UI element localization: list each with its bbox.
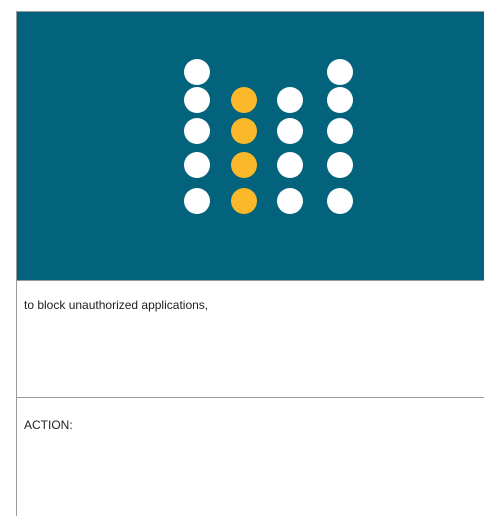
highlight-dot xyxy=(231,152,257,178)
highlight-dot xyxy=(231,87,257,113)
dot xyxy=(327,188,353,214)
dot xyxy=(184,118,210,144)
dot xyxy=(277,118,303,144)
dot xyxy=(184,87,210,113)
highlight-dot xyxy=(231,188,257,214)
dot xyxy=(327,87,353,113)
description-section: to block unauthorized applications, xyxy=(17,280,484,397)
dot xyxy=(327,59,353,85)
dot xyxy=(277,87,303,113)
dot xyxy=(277,152,303,178)
dot-grid-icon xyxy=(17,12,484,280)
dot xyxy=(184,188,210,214)
dot xyxy=(184,152,210,178)
dot xyxy=(327,118,353,144)
action-label: ACTION: xyxy=(24,418,73,432)
action-section: ACTION: xyxy=(17,397,484,517)
card: to block unauthorized applications, ACTI… xyxy=(16,11,484,516)
highlight-dot xyxy=(231,118,257,144)
description-text: to block unauthorized applications, xyxy=(24,298,209,312)
dot xyxy=(184,59,210,85)
dot xyxy=(327,152,353,178)
banner-illustration xyxy=(17,12,484,280)
dot xyxy=(277,188,303,214)
